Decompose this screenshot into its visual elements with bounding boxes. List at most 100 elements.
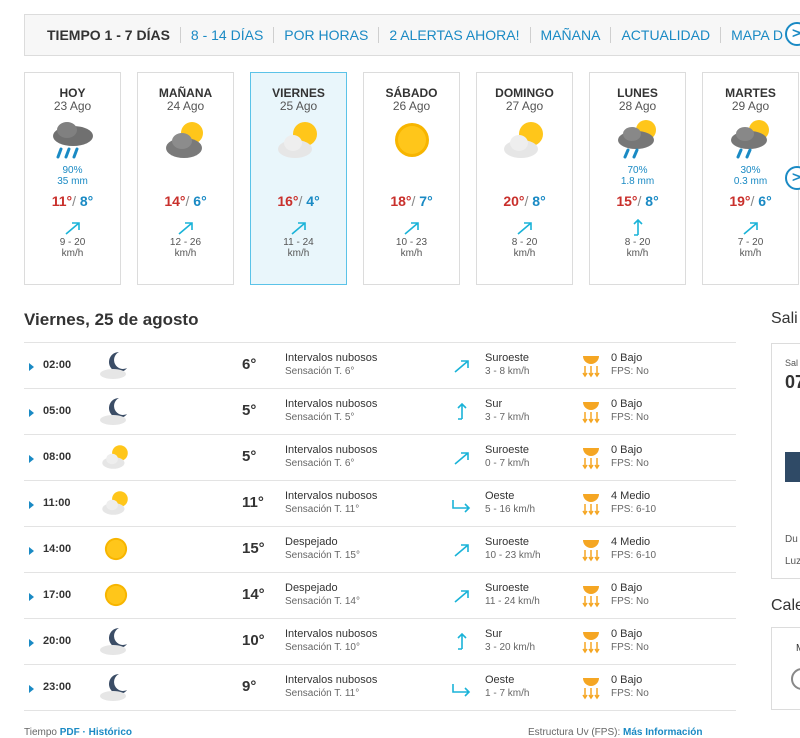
day-temps: 11°/ 8° [25, 193, 120, 209]
tab-1[interactable]: 8 - 14 DÍAS [181, 27, 275, 43]
expand-caret-icon[interactable] [29, 363, 34, 371]
row-feels-like: Sensación T. 15° [285, 550, 360, 561]
hourly-table: 02:00 6° Intervalos nubosos Sensación T. 6°… [24, 342, 736, 711]
wind-arrow-icon [515, 219, 535, 237]
day-date: 28 Ago [618, 99, 657, 113]
wind-arrow-icon [176, 219, 196, 237]
sunrise-box: Sal 07 Du Luz [771, 343, 800, 579]
row-wind-speed: 3 - 20 km/h [485, 642, 536, 653]
table-row[interactable]: 17:00 14° Despejado Sensación T. 14° Suroest… [24, 573, 736, 619]
expand-caret-icon[interactable] [29, 409, 34, 417]
day-card[interactable]: LUNES 28 Ago 70% 1.8 mm 15°/ 8° 8 - 20 km/h [589, 72, 686, 285]
row-uv: 4 Medio [611, 490, 651, 502]
max-temp: 16° [277, 193, 299, 209]
row-uv: 4 Medio [611, 536, 651, 548]
duration-label: Du [785, 534, 798, 545]
day-card[interactable]: SÁBADO 26 Ago 18°/ 7° 10 - 23 km/h [363, 72, 460, 285]
sun-icon [386, 119, 438, 161]
row-uv: 0 Bajo [611, 628, 643, 640]
uv-sun-icon [581, 490, 601, 518]
wind-arrow-icon [452, 540, 472, 560]
day-temps: 18°/ 7° [364, 193, 459, 209]
table-row[interactable]: 20:00 10° Intervalos nubosos Sensación T. 1… [24, 619, 736, 665]
table-row[interactable]: 23:00 9° Intervalos nubosos Sensación T. 11… [24, 665, 736, 711]
day-card[interactable]: VIERNES 25 Ago 16°/ 4° 11 - 24 km/h [250, 72, 347, 285]
day-card[interactable]: DOMINGO 27 Ago 20°/ 8° 8 - 20 km/h [476, 72, 573, 285]
precipitation [364, 165, 459, 187]
table-row[interactable]: 14:00 15° Despejado Sensación T. 15° Suroest… [24, 527, 736, 573]
uv-sun-icon [581, 674, 601, 702]
expand-caret-icon[interactable] [29, 547, 34, 555]
wind-arrow-icon [452, 632, 472, 652]
row-description: Intervalos nubosos [285, 674, 378, 686]
min-temp: 4° [306, 193, 320, 209]
row-uv: 0 Bajo [611, 674, 643, 686]
row-uv: 0 Bajo [611, 352, 643, 364]
row-description: Intervalos nubosos [285, 444, 378, 456]
row-uv: 0 Bajo [611, 444, 643, 456]
row-time: 11:00 [43, 497, 71, 509]
table-row[interactable]: 11:00 11° Intervalos nubosos Sensación T. 1… [24, 481, 736, 527]
tab-0[interactable]: TIEMPO 1 - 7 DÍAS [25, 27, 181, 43]
wind-arrow-icon [402, 219, 422, 237]
tab-6[interactable]: MAPA D [721, 27, 794, 43]
rain-probability: 30% [740, 165, 761, 176]
expand-caret-icon[interactable] [29, 593, 34, 601]
day-date: 24 Ago [166, 99, 205, 113]
row-wind-direction: Oeste [485, 490, 515, 502]
moon-cloud-icon [99, 349, 133, 381]
sunrise-time: 07 [785, 372, 800, 392]
uv-sun-icon [581, 536, 601, 564]
day-date: 29 Ago [731, 99, 770, 113]
expand-caret-icon[interactable] [29, 455, 34, 463]
min-temp: 6° [758, 193, 772, 209]
day-card[interactable]: MAÑANA 24 Ago 14°/ 6° 12 - 26 km/h [137, 72, 234, 285]
row-time: 17:00 [43, 589, 72, 601]
partly-cloudy-icon [99, 487, 133, 519]
day-temps: 15°/ 8° [590, 193, 685, 209]
sunrise-title: Sali [771, 310, 798, 327]
uv-sun-icon [581, 628, 601, 656]
rain-amount: 1.8 mm [620, 176, 655, 187]
row-uv: 0 Bajo [611, 398, 643, 410]
row-fps: FPS: No [611, 596, 649, 607]
wind-arrow-icon [63, 219, 83, 237]
wind-unit: km/h [400, 248, 423, 259]
expand-caret-icon[interactable] [29, 685, 34, 693]
table-row[interactable]: 08:00 5° Intervalos nubosos Sensación T. 6°… [24, 435, 736, 481]
row-wind-speed: 10 - 23 km/h [485, 550, 541, 561]
row-temp: 5° [242, 448, 257, 465]
precipitation: 70% 1.8 mm [590, 165, 685, 187]
table-row[interactable]: 05:00 5° Intervalos nubosos Sensación T. 5°… [24, 389, 736, 435]
row-fps: FPS: 6-10 [611, 504, 657, 515]
row-feels-like: Sensación T. 5° [285, 412, 355, 423]
wind-range: 8 - 20 [511, 237, 538, 248]
tab-3[interactable]: 2 ALERTAS AHORA! [379, 27, 531, 43]
tab-2[interactable]: POR HORAS [274, 27, 380, 43]
row-temp: 6° [242, 356, 257, 373]
row-time: 23:00 [43, 681, 72, 693]
table-row[interactable]: 02:00 6° Intervalos nubosos Sensación T. 6°… [24, 343, 736, 389]
expand-caret-icon[interactable] [29, 639, 34, 647]
tab-4[interactable]: MAÑANA [531, 27, 612, 43]
wind-unit: km/h [626, 248, 649, 259]
detail-title: Viernes, 25 de agosto [24, 310, 199, 329]
day-card[interactable]: HOY 23 Ago 90% 35 mm 11°/ 8° 9 - 20 km/h [24, 72, 121, 285]
row-temp: 14° [242, 586, 265, 603]
wind-unit: km/h [513, 248, 536, 259]
min-temp: 8° [645, 193, 659, 209]
wind-range: 11 - 24 [283, 237, 314, 248]
tab-5[interactable]: ACTUALIDAD [611, 27, 722, 43]
wind-range: 8 - 20 [624, 237, 651, 248]
daily-forecast: HOY 23 Ago 90% 35 mm 11°/ 8° 9 - 20 km/h MAÑANA… [24, 72, 800, 285]
row-description: Despejado [285, 582, 338, 594]
rain-amount: 0.3 mm [733, 176, 768, 187]
row-fps: FPS: No [611, 366, 649, 377]
row-feels-like: Sensación T. 6° [285, 366, 355, 377]
row-wind-direction: Suroeste [485, 352, 530, 364]
min-temp: 6° [193, 193, 207, 209]
expand-caret-icon[interactable] [29, 501, 34, 509]
row-fps: FPS: No [611, 642, 649, 653]
moon-cloud-icon [99, 625, 133, 657]
sun-icon [99, 533, 133, 565]
